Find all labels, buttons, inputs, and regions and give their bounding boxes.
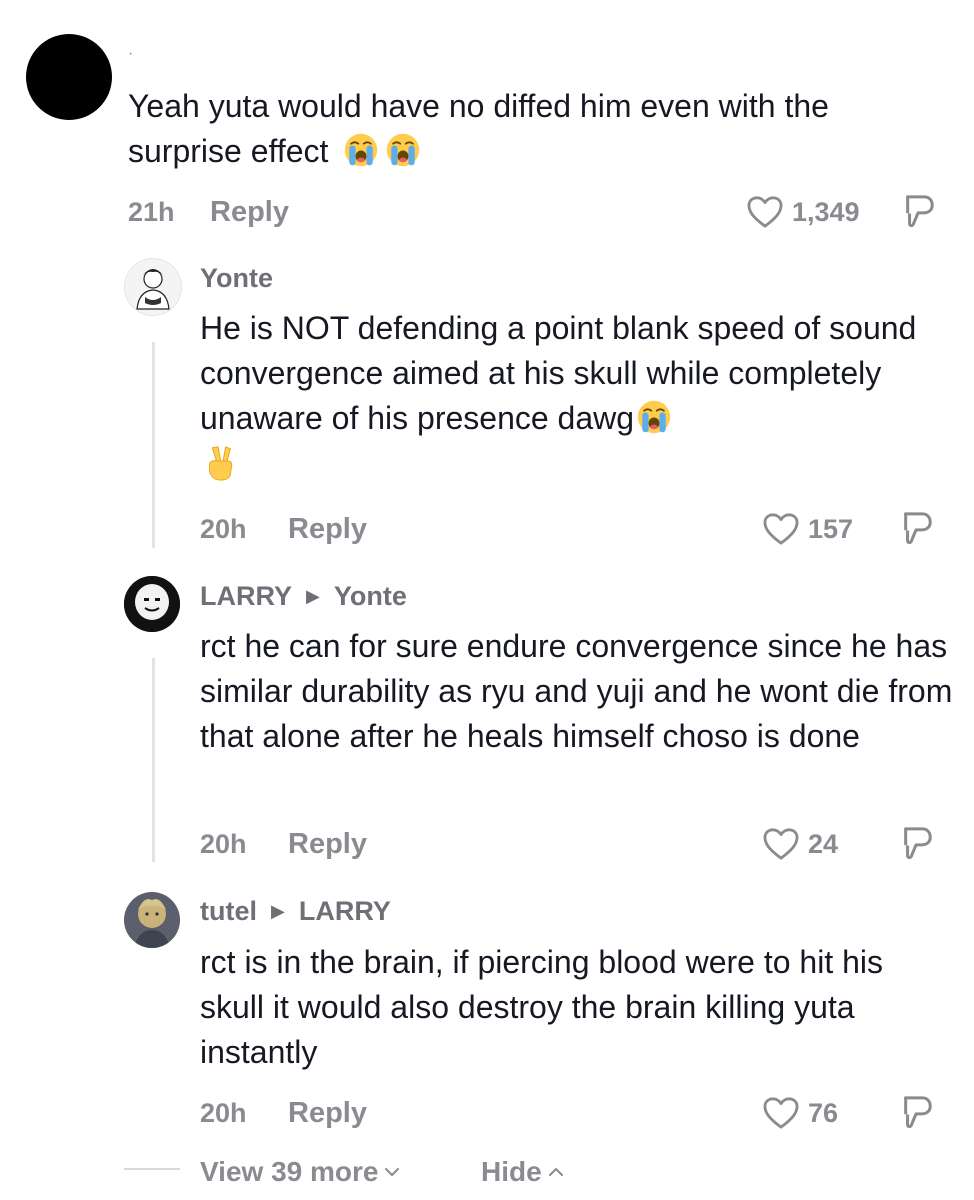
- comment-timestamp: 21h: [128, 197, 175, 227]
- like-button[interactable]: 157: [762, 509, 853, 549]
- avatar-image: [124, 576, 180, 632]
- heart-icon: [762, 827, 800, 861]
- heart-icon: [762, 1096, 800, 1130]
- view-more-replies-button[interactable]: View 39 more: [200, 1156, 400, 1188]
- reply-to-username[interactable]: LARRY: [299, 895, 391, 927]
- reply-button[interactable]: Reply: [288, 1097, 367, 1129]
- like-button[interactable]: 24: [762, 824, 838, 864]
- dislike-icon[interactable]: [900, 509, 934, 547]
- reply-username-row: Yonte: [200, 262, 273, 294]
- chevron-up-icon: [548, 1167, 564, 1177]
- thread-line: [152, 342, 155, 548]
- reply-to-username[interactable]: Yonte: [334, 580, 407, 612]
- hide-replies-button[interactable]: Hide: [481, 1156, 564, 1188]
- loudly-crying-face-icon: [343, 132, 379, 168]
- reply-username[interactable]: tutel: [200, 895, 257, 927]
- footer-divider: [124, 1168, 180, 1170]
- reply-button[interactable]: Reply: [288, 828, 367, 860]
- thread-line: [152, 658, 155, 862]
- dislike-icon[interactable]: [902, 192, 936, 230]
- like-button[interactable]: 76: [762, 1093, 838, 1133]
- reply-arrow-icon: ▶: [306, 586, 320, 606]
- reply-text: He is NOT defending a point blank speed …: [200, 306, 960, 486]
- reply-timestamp: 20h: [200, 514, 247, 544]
- loudly-crying-face-icon: [636, 399, 672, 435]
- like-count: 76: [808, 1097, 839, 1128]
- reply-button[interactable]: Reply: [210, 196, 289, 228]
- reply-button[interactable]: Reply: [288, 513, 367, 545]
- chevron-down-icon: [384, 1167, 400, 1177]
- reply-arrow-icon: ▶: [271, 901, 285, 921]
- dislike-icon[interactable]: [900, 824, 934, 862]
- reply-text: rct he can for sure endure convergence s…: [200, 628, 953, 754]
- view-more-label: View 39 more: [200, 1156, 379, 1187]
- dislike-icon[interactable]: [900, 1093, 934, 1131]
- reply-username[interactable]: LARRY: [200, 580, 292, 612]
- commenter-avatar[interactable]: [26, 34, 112, 120]
- like-count: 1,349: [792, 196, 860, 227]
- reply-timestamp: 20h: [200, 829, 247, 859]
- comment-text-body: Yeah yuta would have no diffed him even …: [128, 88, 829, 169]
- reply-username-row: LARRY ▶ Yonte: [200, 580, 407, 612]
- hide-label: Hide: [481, 1156, 542, 1187]
- heart-icon: [746, 195, 784, 229]
- reply-avatar-yonte[interactable]: [124, 258, 182, 316]
- reply-timestamp: 20h: [200, 1098, 247, 1128]
- avatar-image: [124, 892, 180, 948]
- victory-hand-icon: [200, 444, 238, 482]
- avatar-image: [125, 259, 181, 315]
- commenter-username[interactable]: ·: [128, 44, 133, 64]
- like-count: 24: [808, 828, 839, 859]
- heart-icon: [762, 512, 800, 546]
- like-count: 157: [808, 513, 854, 544]
- reply-text: rct is in the brain, if piercing blood w…: [200, 944, 883, 1070]
- like-button[interactable]: 1,349: [746, 192, 860, 232]
- reply-text-body: He is NOT defending a point blank speed …: [200, 310, 917, 436]
- reply-avatar-larry[interactable]: [124, 576, 180, 632]
- loudly-crying-face-icon: [385, 132, 421, 168]
- comment-text: Yeah yuta would have no diffed him even …: [128, 84, 948, 174]
- reply-username[interactable]: Yonte: [200, 262, 273, 294]
- reply-avatar-tutel[interactable]: [124, 892, 180, 948]
- reply-username-row: tutel ▶ LARRY: [200, 895, 391, 927]
